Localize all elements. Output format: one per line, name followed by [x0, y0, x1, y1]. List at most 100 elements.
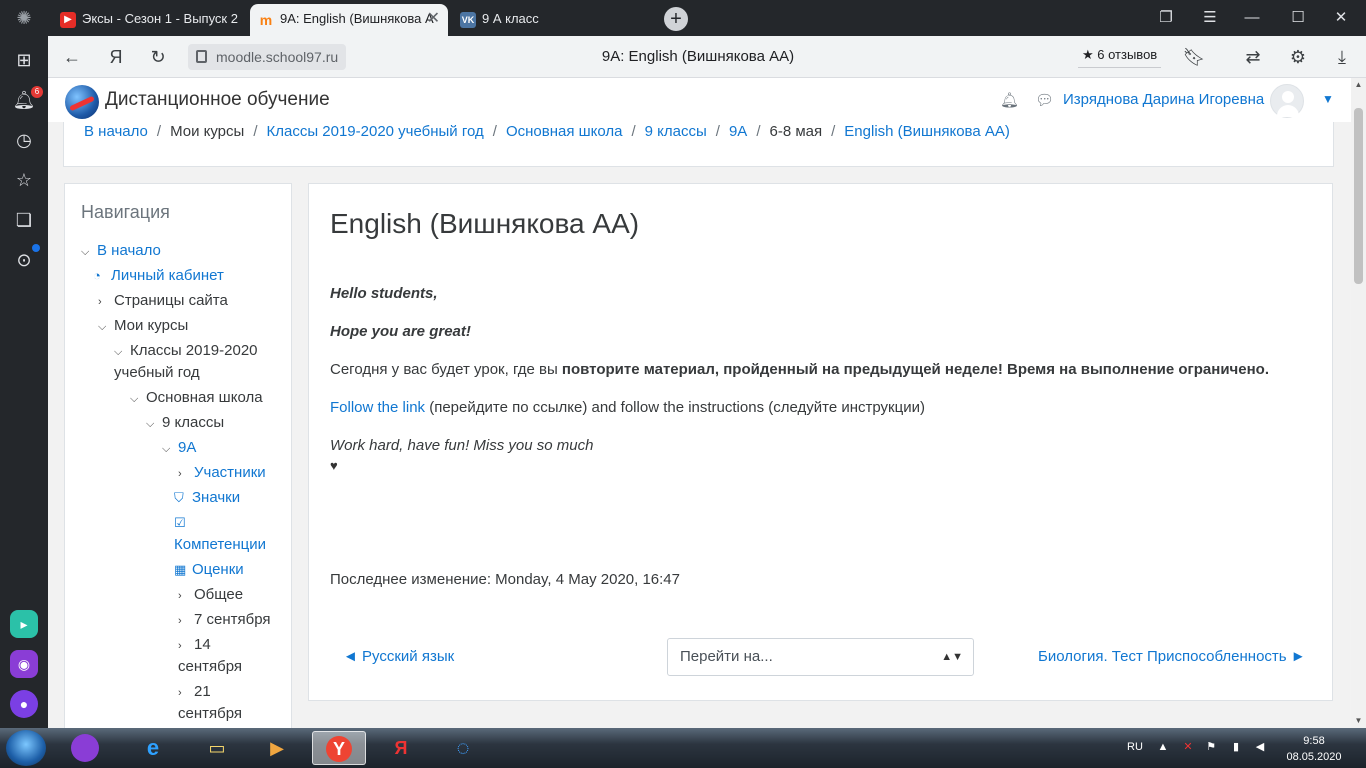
breadcrumb-grade9[interactable]: 9 классы — [645, 123, 707, 140]
nav-grades[interactable]: ▦ Оценки — [174, 559, 244, 581]
url-domain[interactable]: moodle.school97.ru — [188, 44, 347, 70]
nav-grade9[interactable]: ⌵ 9 классы — [146, 412, 224, 435]
alice-app-icon[interactable]: ● — [10, 690, 38, 718]
reviews-button[interactable]: ★ 6 отзывов — [1078, 42, 1162, 68]
collections-icon[interactable]: ❏ — [12, 208, 36, 232]
start-button[interactable] — [6, 730, 46, 766]
yandex-icon[interactable]: Я — [104, 45, 128, 69]
back-button[interactable]: ← — [60, 45, 84, 69]
chevron-down-icon[interactable]: ▼ — [1322, 92, 1334, 106]
breadcrumb-course[interactable]: English (Вишнякова АА) — [844, 123, 1010, 140]
vk-icon: VK — [460, 12, 476, 28]
nav-classes[interactable]: ⌵ Классы 2019-2020 — [114, 340, 258, 363]
bookmark-icon[interactable]: 🔖︎ — [1182, 45, 1206, 69]
extension-icon[interactable]: ⚙ — [1286, 45, 1310, 69]
action-center-icon[interactable]: ⚑ — [1203, 740, 1219, 754]
table-icon: ▦ — [174, 562, 187, 577]
page-title-in-address[interactable]: 9А: English (Вишнякова АА) — [548, 45, 848, 69]
chevron-down-icon: ⌵ — [130, 393, 139, 405]
nav-sep21[interactable]: › 21 — [178, 681, 211, 704]
page-scrollbar[interactable]: ▲ ▼ — [1351, 78, 1366, 728]
nav-classes-line2[interactable]: учебный год — [114, 362, 200, 384]
maximize-button[interactable]: ☐ — [1285, 6, 1311, 30]
yandex-browser-taskbar-icon[interactable]: Y — [312, 731, 366, 765]
nav-general[interactable]: › Общее — [178, 584, 243, 607]
nav-home[interactable]: ⌵ В начало — [81, 240, 161, 263]
hope-text: Hope you are great! — [330, 323, 471, 340]
nav-dashboard[interactable]: ◔ Личный кабинет — [93, 265, 224, 287]
breadcrumb-home[interactable]: В начало — [84, 123, 148, 140]
breadcrumb-9a[interactable]: 9А — [729, 123, 747, 140]
nav-main-school[interactable]: ⌵ Основная школа — [130, 387, 263, 410]
signal-icon[interactable]: ▮ — [1228, 740, 1244, 754]
new-tab-button[interactable]: + — [664, 7, 688, 31]
navigation-block: Навигация ⌵ В начало ◔ Личный кабинет › Стр… — [64, 183, 292, 728]
avatar[interactable] — [1270, 84, 1304, 118]
scroll-up-icon[interactable]: ▲ — [1351, 78, 1366, 92]
tab-label: 9А: English (Вишнякова А — [280, 11, 434, 26]
network-alert-icon[interactable]: ✕ — [1180, 740, 1196, 754]
breadcrumb-classes[interactable]: Классы 2019-2020 учебный год — [266, 123, 483, 140]
clock-time[interactable]: 9:58 — [1282, 734, 1346, 748]
nav-site-pages[interactable]: › Страницы сайта — [98, 290, 228, 313]
follow-link[interactable]: Follow the link — [330, 399, 425, 416]
next-activity-link[interactable]: Биология. Тест Приспособленность ► — [1038, 648, 1306, 665]
greeting-text: Hello students, — [330, 285, 438, 302]
clock-date[interactable]: 08.05.2020 — [1282, 750, 1346, 764]
tab-youtube[interactable]: ▶ Эксы - Сезон 1 - Выпуск 2 — [52, 4, 248, 36]
menu-icon[interactable]: ☰ — [1197, 6, 1223, 30]
address-bar: ← Я ↻ moodle.school97.ru 9А: English (Ви… — [48, 36, 1366, 78]
breadcrumb-main-school[interactable]: Основная школа — [506, 123, 623, 140]
translate-icon[interactable]: ⇄ — [1241, 45, 1265, 69]
chevron-down-icon: ⌵ — [114, 346, 123, 358]
prev-activity-link[interactable]: ◄ Русский язык — [343, 648, 454, 665]
ie-icon[interactable]: e — [126, 731, 180, 765]
status-dot — [32, 244, 40, 252]
close-window-button[interactable]: ✕ — [1328, 6, 1354, 30]
close-tab-icon[interactable]: ✕ — [427, 4, 440, 34]
chevron-right-icon: › — [178, 615, 182, 627]
scroll-thumb[interactable] — [1354, 108, 1363, 284]
jump-to-select[interactable]: Перейти на... ▲▼ — [667, 638, 974, 676]
messages-chat-icon[interactable]: 💬︎ — [1035, 92, 1054, 110]
music-app-icon[interactable]: ◉ — [10, 650, 38, 678]
messenger-app-icon[interactable]: ▸ — [10, 610, 38, 638]
site-name[interactable]: Дистанционное обучение — [105, 88, 330, 112]
language-indicator[interactable]: RU — [1122, 740, 1148, 754]
notifications-bell-icon[interactable]: 🔔︎ — [1000, 92, 1019, 110]
media-player-icon[interactable]: ▶ — [250, 731, 304, 765]
nav-participants[interactable]: › Участники — [178, 462, 266, 485]
media-play-icon[interactable]: ⊙ — [12, 248, 36, 272]
volume-icon[interactable]: ◀ — [1252, 740, 1268, 754]
bookmarks-star-icon[interactable]: ☆ — [12, 168, 36, 192]
reload-button[interactable]: ↻ — [146, 45, 170, 69]
nav-badges[interactable]: ⛉ Значки — [174, 487, 240, 509]
folder-icon[interactable]: ▭ — [190, 731, 244, 765]
site-logo[interactable] — [65, 85, 99, 119]
tray-expand-icon[interactable]: ▲ — [1156, 740, 1170, 754]
nav-9a[interactable]: ⌵ 9А — [162, 437, 196, 460]
scroll-down-icon[interactable]: ▼ — [1351, 714, 1366, 728]
ccleaner-icon[interactable]: ◌ — [436, 731, 490, 765]
checkbox-icon: ☑ — [174, 515, 186, 530]
download-icon[interactable]: ⤓ — [1330, 45, 1354, 69]
nav-my-courses[interactable]: ⌵ Мои курсы — [98, 315, 188, 338]
chevron-right-icon: › — [178, 468, 182, 480]
tab-moodle-active[interactable]: m 9А: English (Вишнякова А ✕ — [250, 4, 448, 36]
nav-sep21-line2[interactable]: сентября — [178, 703, 242, 725]
moodle-icon: m — [259, 12, 273, 28]
nav-sep7[interactable]: › 7 сентября — [178, 609, 271, 632]
history-icon[interactable]: ◷ — [12, 128, 36, 152]
nav-sep14[interactable]: › 14 — [178, 634, 211, 657]
minimize-button[interactable]: — — [1239, 6, 1265, 30]
browser-logo-icon[interactable]: ✺ — [10, 6, 38, 30]
user-name[interactable]: Изряднова Дарина Игоревна — [1063, 90, 1264, 110]
alice-taskbar-icon[interactable] — [58, 731, 112, 765]
yandex-icon[interactable]: Я — [374, 731, 428, 765]
breadcrumb-my-courses: Мои курсы — [170, 123, 245, 140]
tabs-manager-icon[interactable]: ❐ — [1153, 6, 1179, 30]
grid-apps-icon[interactable]: ⊞ — [12, 48, 36, 72]
nav-sep14-line2[interactable]: сентября — [178, 656, 242, 678]
tab-vk[interactable]: VK 9 А класс — [452, 4, 642, 36]
nav-competencies[interactable]: Компетенции — [174, 534, 266, 556]
